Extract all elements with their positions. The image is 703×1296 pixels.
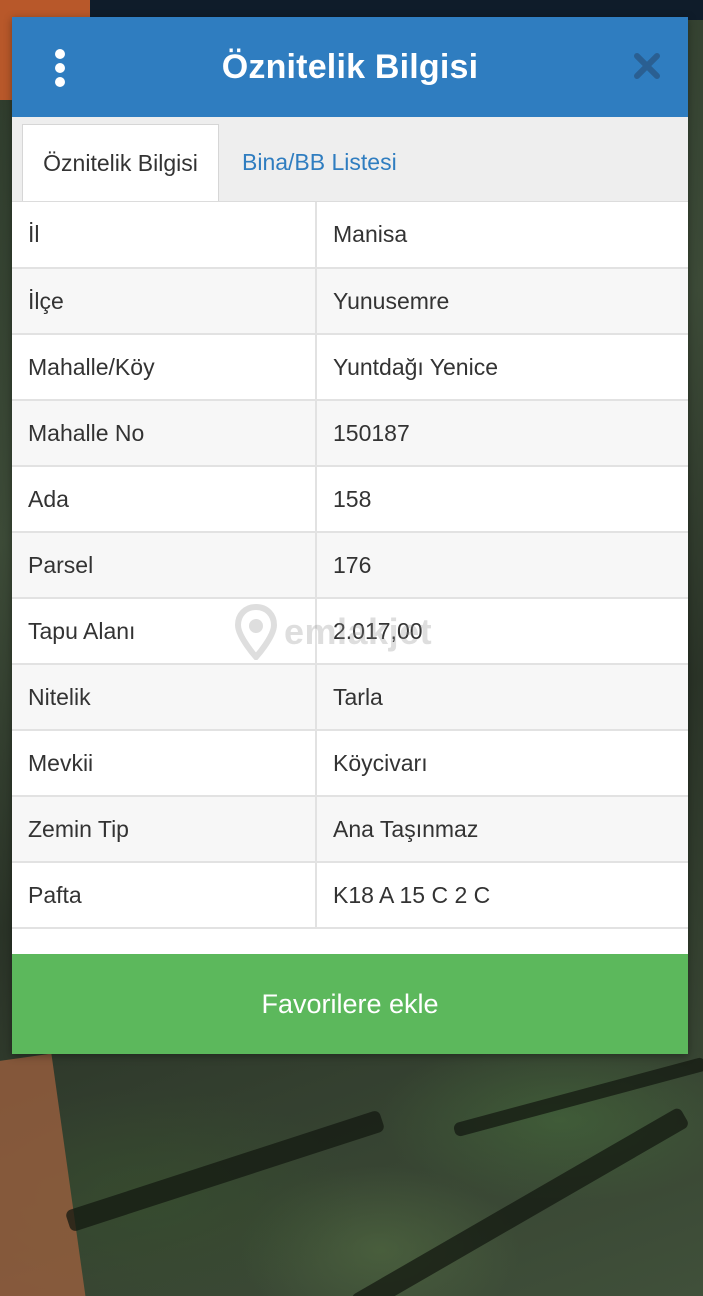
table-row: Zemin Tip Ana Taşınmaz: [12, 795, 688, 863]
attribute-value: Manisa: [315, 202, 688, 269]
attribute-label: Mahalle No: [12, 399, 317, 467]
attribute-value: 2.017,00: [315, 597, 688, 665]
table-row: Nitelik Tarla: [12, 663, 688, 731]
attribute-label: Nitelik: [12, 663, 317, 731]
table-row: Parsel 176: [12, 531, 688, 599]
attribute-label: Pafta: [12, 861, 317, 929]
map-field-boundary: [349, 1106, 691, 1296]
attribute-label: Ada: [12, 465, 317, 533]
attribute-value: Yuntdağı Yenice: [315, 333, 688, 401]
tab-bar: Öznitelik Bilgisi Bina/BB Listesi: [12, 117, 688, 202]
table-row: Mevkii Köycivarı: [12, 729, 688, 797]
table-row: Mahalle No 150187: [12, 399, 688, 467]
table-row: Tapu Alanı 2.017,00: [12, 597, 688, 665]
table-row: Mahalle/Köy Yuntdağı Yenice: [12, 333, 688, 401]
tab-building-list[interactable]: Bina/BB Listesi: [242, 124, 397, 201]
table-row: Pafta K18 A 15 C 2 C: [12, 861, 688, 929]
tab-attribute-info[interactable]: Öznitelik Bilgisi: [22, 124, 219, 201]
close-icon[interactable]: [632, 51, 662, 81]
add-to-favorites-button[interactable]: Favorilere ekle: [12, 954, 688, 1054]
dialog-title: Öznitelik Bilgisi: [221, 47, 479, 86]
table-row: Ada 158: [12, 465, 688, 533]
more-vertical-icon[interactable]: [50, 49, 70, 87]
attribute-value: 176: [315, 531, 688, 599]
map-field-boundary: [64, 1109, 386, 1233]
attribute-label: İl: [12, 202, 317, 269]
attribute-value: Ana Taşınmaz: [315, 795, 688, 863]
map-dirt-road: [0, 1053, 88, 1296]
attribute-label: Parsel: [12, 531, 317, 599]
table-row: İlçe Yunusemre: [12, 267, 688, 335]
attribute-label: Zemin Tip: [12, 795, 317, 863]
attribute-value: Tarla: [315, 663, 688, 731]
attribute-value: Köycivarı: [315, 729, 688, 797]
attribute-value: Yunusemre: [315, 267, 688, 335]
attribute-table: İl Manisa İlçe Yunusemre Mahalle/Köy Yun…: [12, 202, 688, 929]
attribute-label: Tapu Alanı: [12, 597, 317, 665]
attribute-label: İlçe: [12, 267, 317, 335]
table-row: İl Manisa: [12, 202, 688, 269]
attribute-value: 150187: [315, 399, 688, 467]
attribute-label: Mahalle/Köy: [12, 333, 317, 401]
dialog-header: Öznitelik Bilgisi: [12, 17, 688, 117]
attribute-label: Mevkii: [12, 729, 317, 797]
attribute-value: K18 A 15 C 2 C: [315, 861, 688, 929]
attribute-value: 158: [315, 465, 688, 533]
attribute-info-dialog: Öznitelik Bilgisi Öznitelik Bilgisi Bina…: [12, 17, 688, 1054]
